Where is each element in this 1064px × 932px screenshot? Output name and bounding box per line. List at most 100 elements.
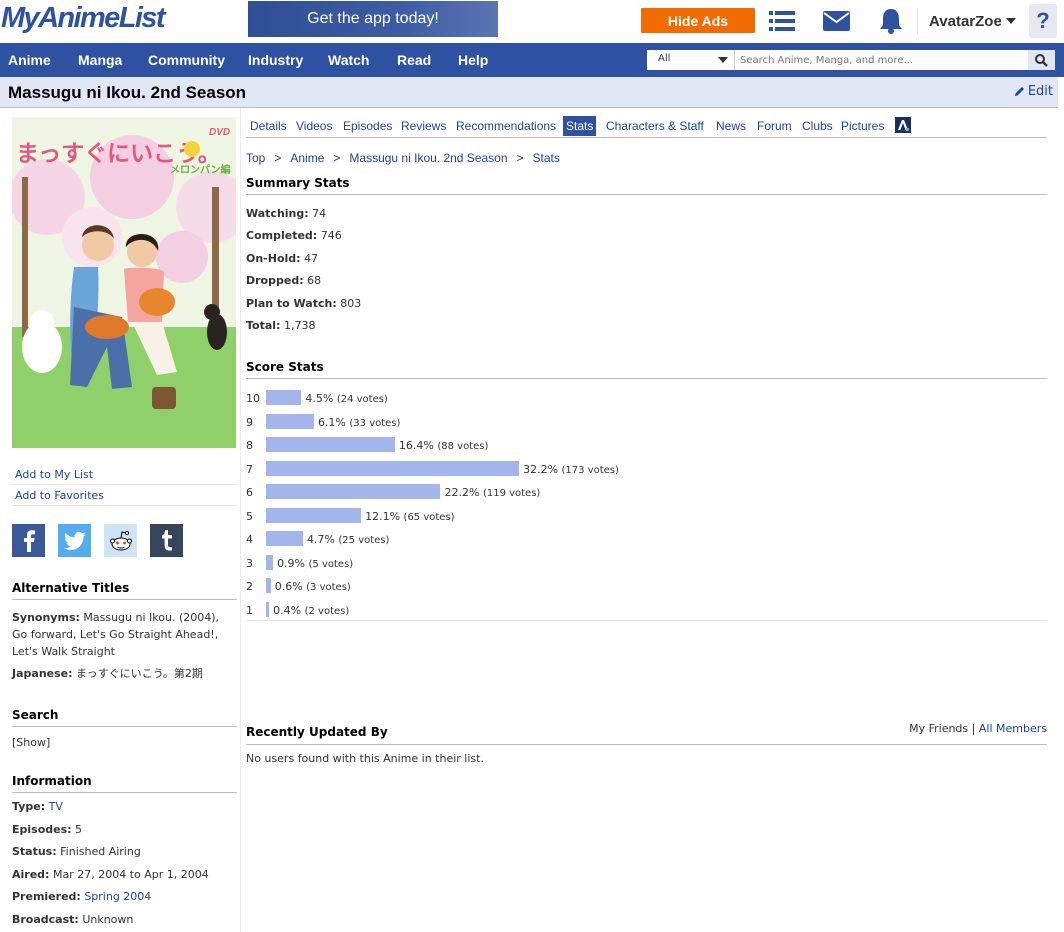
anime-cover-image[interactable]: まっすぐにいこう。 DVD メロンパン編 <box>12 117 236 448</box>
filter-separator: | <box>971 722 976 735</box>
tab-details[interactable]: Details <box>247 116 290 136</box>
score-bar <box>266 601 270 617</box>
search-button[interactable] <box>1028 50 1055 70</box>
japanese-value: まっすぐにいこう。第2期 <box>76 667 203 680</box>
info-aired-label: Aired: <box>12 868 50 881</box>
tab-episodes[interactable]: Episodes <box>340 116 395 136</box>
nav-item-community[interactable]: Community <box>148 43 225 77</box>
score-percent: 0.6% (3 votes) <box>275 580 351 593</box>
hide-ads-button[interactable]: Hide Ads <box>641 8 755 33</box>
anilist-icon[interactable] <box>895 117 911 133</box>
score-votes: (65 votes) <box>403 511 455 523</box>
my-friends-filter[interactable]: My Friends <box>909 722 968 735</box>
breadcrumb-stats[interactable]: Stats <box>533 151 560 165</box>
breadcrumb-top[interactable]: Top <box>246 151 265 165</box>
info-aired-value: Mar 27, 2004 to Apr 1, 2004 <box>52 868 209 881</box>
score-label: 3 <box>246 556 253 570</box>
info-premiered-value[interactable]: Spring 2004 <box>84 890 151 903</box>
score-percent-value: 22.2% <box>444 486 480 499</box>
facebook-share-button[interactable] <box>12 524 45 557</box>
tab-videos[interactable]: Videos <box>293 116 335 136</box>
score-percent-value: 0.9% <box>277 556 306 570</box>
recently-updated-heading: Recently Updated By <box>246 725 388 739</box>
tab-forum[interactable]: Forum <box>754 116 795 136</box>
breadcrumb: Top > Anime > Massugu ni Ikou. 2nd Season > St… <box>246 151 560 165</box>
japanese-label: Japanese: <box>12 667 73 680</box>
info-premiered: Premiered: Spring 2004 <box>12 888 237 905</box>
info-type-value[interactable]: TV <box>49 800 63 813</box>
reddit-share-button[interactable] <box>104 524 137 557</box>
tab-clubs[interactable]: Clubs <box>799 116 836 136</box>
tab-stats[interactable]: Stats <box>563 116 597 136</box>
score-stats-heading: Score Stats <box>246 360 1047 379</box>
edit-label: Edit <box>1027 84 1053 99</box>
score-percent-value: 0.4% <box>273 603 302 617</box>
all-members-filter[interactable]: All Members <box>979 722 1047 735</box>
info-aired: Aired: Mar 27, 2004 to Apr 1, 2004 <box>12 866 237 883</box>
help-icon[interactable]: ? <box>1029 4 1057 38</box>
breadcrumb-title[interactable]: Massugu ni Ikou. 2nd Season <box>349 151 507 165</box>
score-percent: 0.4% (2 votes) <box>273 604 349 617</box>
tumblr-icon <box>161 530 172 551</box>
nav-item-industry[interactable]: Industry <box>248 43 303 77</box>
site-logo[interactable]: MyAnimeList <box>1 2 165 35</box>
facebook-icon <box>23 529 35 552</box>
edit-link[interactable]: Edit <box>1014 84 1053 99</box>
search-show-link[interactable]: [Show] <box>12 734 237 751</box>
list-icon[interactable] <box>767 6 797 36</box>
nav-item-manga[interactable]: Manga <box>78 43 122 77</box>
score-percent: 4.7% (25 votes) <box>307 533 389 546</box>
tab-characters-staff[interactable]: Characters & Staff <box>603 116 707 136</box>
tumblr-share-button[interactable] <box>150 524 183 557</box>
notifications-icon[interactable] <box>876 6 906 36</box>
score-row-6: 6 22.2% (119 votes) <box>246 483 1046 503</box>
score-percent: 4.5% (24 votes) <box>305 392 387 405</box>
score-votes: (24 votes) <box>336 394 388 405</box>
recently-updated-empty: No users found with this Anime in their … <box>246 752 484 765</box>
score-row-5: 5 12.1% (65 votes) <box>246 507 1046 527</box>
score-percent: 16.4% (88 votes) <box>399 439 488 452</box>
nav-item-help[interactable]: Help <box>458 43 488 77</box>
username: AvatarZoe <box>929 12 1002 30</box>
search-category-select[interactable]: All <box>647 50 735 70</box>
nav-item-read[interactable]: Read <box>397 43 431 77</box>
score-label: 4 <box>246 533 253 546</box>
score-row-9: 9 6.1% (33 votes) <box>246 413 1046 433</box>
tab-pictures[interactable]: Pictures <box>838 116 887 136</box>
score-votes: (3 votes) <box>306 582 351 593</box>
score-votes: (173 votes) <box>561 464 619 476</box>
score-bar <box>266 484 441 499</box>
alternative-titles-heading: Alternative Titles <box>12 581 237 600</box>
score-votes: (2 votes) <box>304 605 350 617</box>
pencil-icon <box>1014 87 1024 96</box>
tab-recommendations[interactable]: Recommendations <box>453 116 559 136</box>
score-votes: (33 votes) <box>349 417 401 429</box>
information-heading: Information <box>12 774 237 793</box>
cover-subtitle: メロンパン編 <box>170 163 231 176</box>
score-percent: 12.1% (65 votes) <box>365 510 454 523</box>
score-label: 9 <box>246 415 253 429</box>
messages-icon[interactable] <box>821 6 851 36</box>
info-premiered-label: Premiered: <box>12 890 81 903</box>
score-label: 1 <box>246 603 253 617</box>
app-banner[interactable]: Get the app today! <box>248 1 498 37</box>
add-to-list-link[interactable]: Add to My List <box>12 464 237 485</box>
info-broadcast-label: Broadcast: <box>12 913 79 926</box>
nav-item-watch[interactable]: Watch <box>328 43 369 77</box>
info-type: Type: TV <box>12 798 237 815</box>
score-bar <box>266 413 314 429</box>
user-menu[interactable]: AvatarZoe <box>917 8 1016 34</box>
info-episodes-value: 5 <box>75 823 83 836</box>
twitter-icon <box>63 531 86 550</box>
nav-item-anime[interactable]: Anime <box>8 43 51 77</box>
tab-reviews[interactable]: Reviews <box>398 116 449 136</box>
info-broadcast-value: Unknown <box>82 913 134 926</box>
add-to-favorites-link[interactable]: Add to Favorites <box>12 485 237 506</box>
score-percent-value: 32.2% <box>523 462 559 476</box>
twitter-share-button[interactable] <box>58 524 91 557</box>
stat-plan-to-watch: Plan to Watch: 803 <box>246 297 362 310</box>
score-row-3: 3 0.9% (5 votes) <box>246 554 1046 574</box>
breadcrumb-anime[interactable]: Anime <box>290 151 324 165</box>
tab-news[interactable]: News <box>713 116 749 136</box>
search-input[interactable] <box>735 50 1028 70</box>
